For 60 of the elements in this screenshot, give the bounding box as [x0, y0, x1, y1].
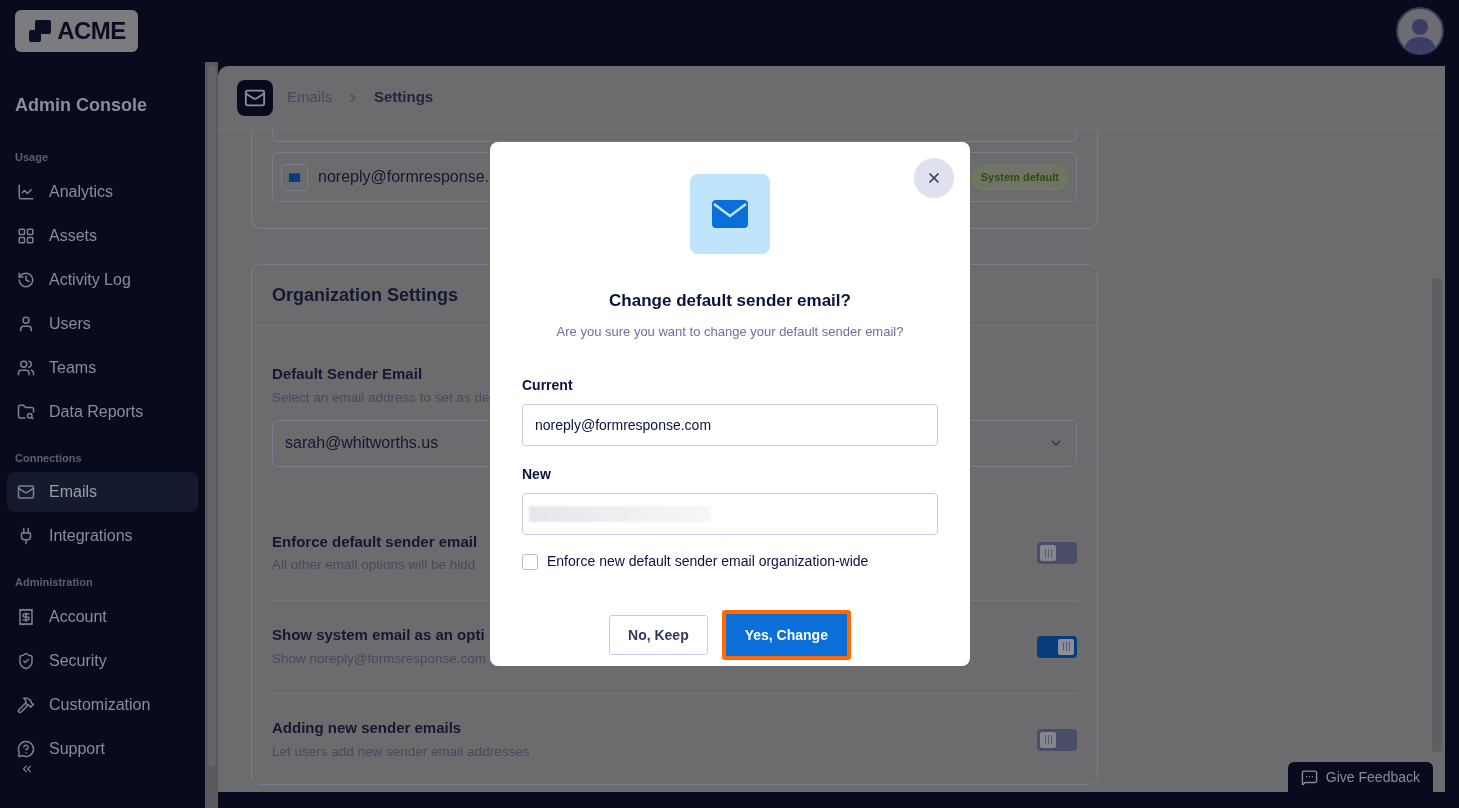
- toggle-switch[interactable]: [1037, 728, 1077, 751]
- dialog-title: Change default sender email?: [609, 290, 851, 312]
- mail-icon: [281, 163, 308, 191]
- user-icon: [17, 314, 35, 333]
- hammer-icon: [17, 695, 35, 714]
- sidebar-section-heading: Administration: [14, 575, 94, 590]
- clock-icon: [17, 270, 35, 289]
- sidebar-item[interactable]: Analytics: [7, 171, 198, 212]
- logo[interactable]: ACME: [15, 10, 138, 52]
- grid-icon: [17, 226, 35, 245]
- setting-label: Adding new sender emails: [272, 718, 462, 739]
- sidebar-item[interactable]: Integrations: [7, 516, 198, 556]
- close-icon: [926, 170, 942, 186]
- setting-label: Enforce default sender email: [272, 531, 478, 552]
- new-email-field[interactable]: [522, 493, 938, 535]
- give-feedback-button[interactable]: Give Feedback: [1287, 762, 1433, 792]
- sidebar-item[interactable]: Users: [7, 303, 198, 344]
- cancel-button[interactable]: No, Keep: [609, 615, 708, 655]
- toggle-switch[interactable]: [1037, 635, 1077, 658]
- sidebar-item[interactable]: Assets: [7, 215, 198, 256]
- sidebar-section-heading: Usage: [14, 150, 50, 165]
- field-label: New: [522, 465, 551, 484]
- sidebar-item[interactable]: Teams: [7, 347, 198, 388]
- checkbox[interactable]: [522, 553, 538, 570]
- setting-label: Default Sender Email: [272, 364, 423, 384]
- toggle-switch[interactable]: [1037, 542, 1077, 565]
- confirm-button[interactable]: Yes, Change: [721, 610, 851, 660]
- close-button[interactable]: [914, 158, 954, 198]
- logo-text: ACME: [57, 16, 126, 46]
- sidebar-item[interactable]: Data Reports: [7, 391, 198, 432]
- checkbox-label: Enforce new default sender email organization-wide: [547, 552, 869, 571]
- field-label: Current: [522, 376, 573, 395]
- sender-email: noreply@formresponse.: [318, 167, 489, 187]
- breadcrumb-current: Settings: [374, 87, 434, 108]
- mail-icon: [690, 174, 770, 254]
- users-icon: [17, 358, 35, 377]
- collapse-sidebar-icon[interactable]: [20, 762, 34, 776]
- sidebar-item[interactable]: Customization: [7, 684, 198, 725]
- shield-icon: [17, 651, 35, 670]
- folder-search-icon: [17, 402, 35, 421]
- sidebar-item[interactable]: Security: [7, 640, 198, 681]
- sidebar-item[interactable]: Account: [7, 596, 198, 637]
- avatar[interactable]: [1396, 7, 1444, 55]
- sidebar-item[interactable]: Activity Log: [7, 259, 198, 300]
- logo-mark-icon: [27, 18, 54, 44]
- setting-label: Show system email as an opti: [272, 625, 485, 646]
- chart-icon: [17, 182, 35, 201]
- sidebar-item[interactable]: Support: [7, 728, 198, 769]
- status-badge: System default: [971, 164, 1068, 190]
- dialog-subtitle: Are you sure you want to change your default sender email?: [556, 322, 904, 341]
- sidebar-item[interactable]: Emails: [7, 472, 198, 512]
- mail-app-icon: [237, 79, 273, 116]
- document-icon: [17, 607, 35, 626]
- help-icon: [17, 739, 35, 758]
- sidebar-title: Admin Console: [14, 94, 148, 117]
- mail-icon: [17, 483, 35, 501]
- feedback-icon: [1300, 768, 1318, 786]
- current-email-field[interactable]: noreply@formresponse.com: [522, 404, 938, 446]
- card-title: Organization Settings: [272, 283, 458, 307]
- sidebar-section-heading: Connections: [14, 450, 83, 466]
